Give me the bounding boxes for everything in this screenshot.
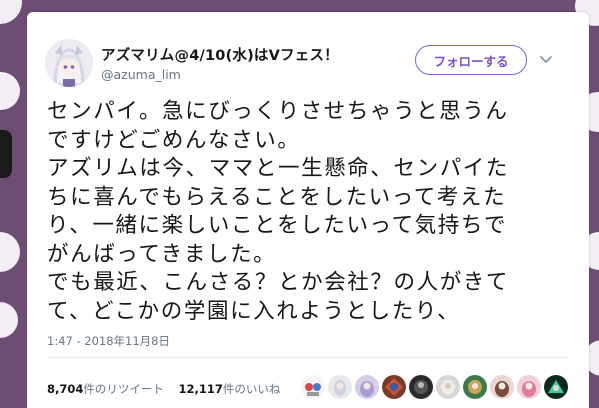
retweet-count: 8,704 — [47, 382, 84, 396]
liker-avatar[interactable] — [436, 375, 460, 399]
tweet-text-line: がんばってきました。 — [47, 241, 277, 267]
avatar[interactable] — [45, 39, 93, 87]
liker-avatar[interactable] — [544, 375, 568, 399]
tweet-text-line: り、一緒に楽しいことをしたいって気持ちで — [47, 213, 508, 238]
tweet-text-line: ですけどごめんなさい。 — [47, 127, 301, 153]
retweet-label: 件のリツイート — [83, 382, 164, 396]
liker-avatar[interactable] — [409, 375, 433, 399]
tweet-text-line: センパイ。急にびっくりさせちゃうと思うん — [47, 99, 509, 124]
liker-avatar[interactable] — [463, 375, 487, 399]
liker-avatar[interactable] — [328, 375, 352, 399]
tweet-text-line: アズリムは今、ママと一生懸命、センパイた — [47, 156, 510, 181]
chevron-down-icon[interactable] — [539, 55, 553, 65]
liker-avatar[interactable] — [355, 375, 379, 399]
divider — [47, 357, 569, 358]
tweet-text-line: でも最近、こんさる？とか会社？の人がきて — [47, 270, 510, 295]
like-stat[interactable]: 12,117件のいいね — [179, 382, 281, 396]
liker-avatar[interactable] — [517, 375, 541, 399]
liker-avatar[interactable] — [490, 375, 514, 399]
follow-button[interactable]: フォローする — [415, 45, 527, 75]
display-name[interactable]: アズマリム@4/10(水)はVフェス！ — [101, 44, 339, 65]
like-label: 件のいいね — [222, 382, 281, 396]
user-handle[interactable]: @azuma_lim — [101, 67, 181, 82]
engagement-stats: 8,704件のリツイート 12,117件のいいね — [47, 381, 280, 397]
tweet-timestamp[interactable]: 1:47 - 2018年11月8日 — [47, 333, 170, 349]
background-dot — [0, 232, 20, 272]
liker-avatar[interactable] — [382, 375, 406, 399]
background-dot — [0, 302, 18, 338]
like-count: 12,117 — [178, 382, 223, 396]
tweet-text-line: ちに喜んでもらえることをしたいって考えた — [47, 184, 507, 210]
tweet-text-line: て、どこかの学園に入れようとしたり、 — [47, 298, 461, 324]
tweet-text: センパイ。急にびっくりさせちゃうと思うん ですけどごめんなさい。 アズリムは今、… — [47, 98, 582, 326]
liker-avatar[interactable] — [301, 375, 325, 399]
retweet-stat[interactable]: 8,704件のリツイート — [47, 382, 164, 396]
tweet-card: アズマリム@4/10(水)はVフェス！ @azuma_lim フォローする セン… — [27, 12, 589, 408]
background-shape — [0, 130, 12, 178]
background-dot — [0, 0, 22, 24]
background-dot — [0, 72, 20, 110]
